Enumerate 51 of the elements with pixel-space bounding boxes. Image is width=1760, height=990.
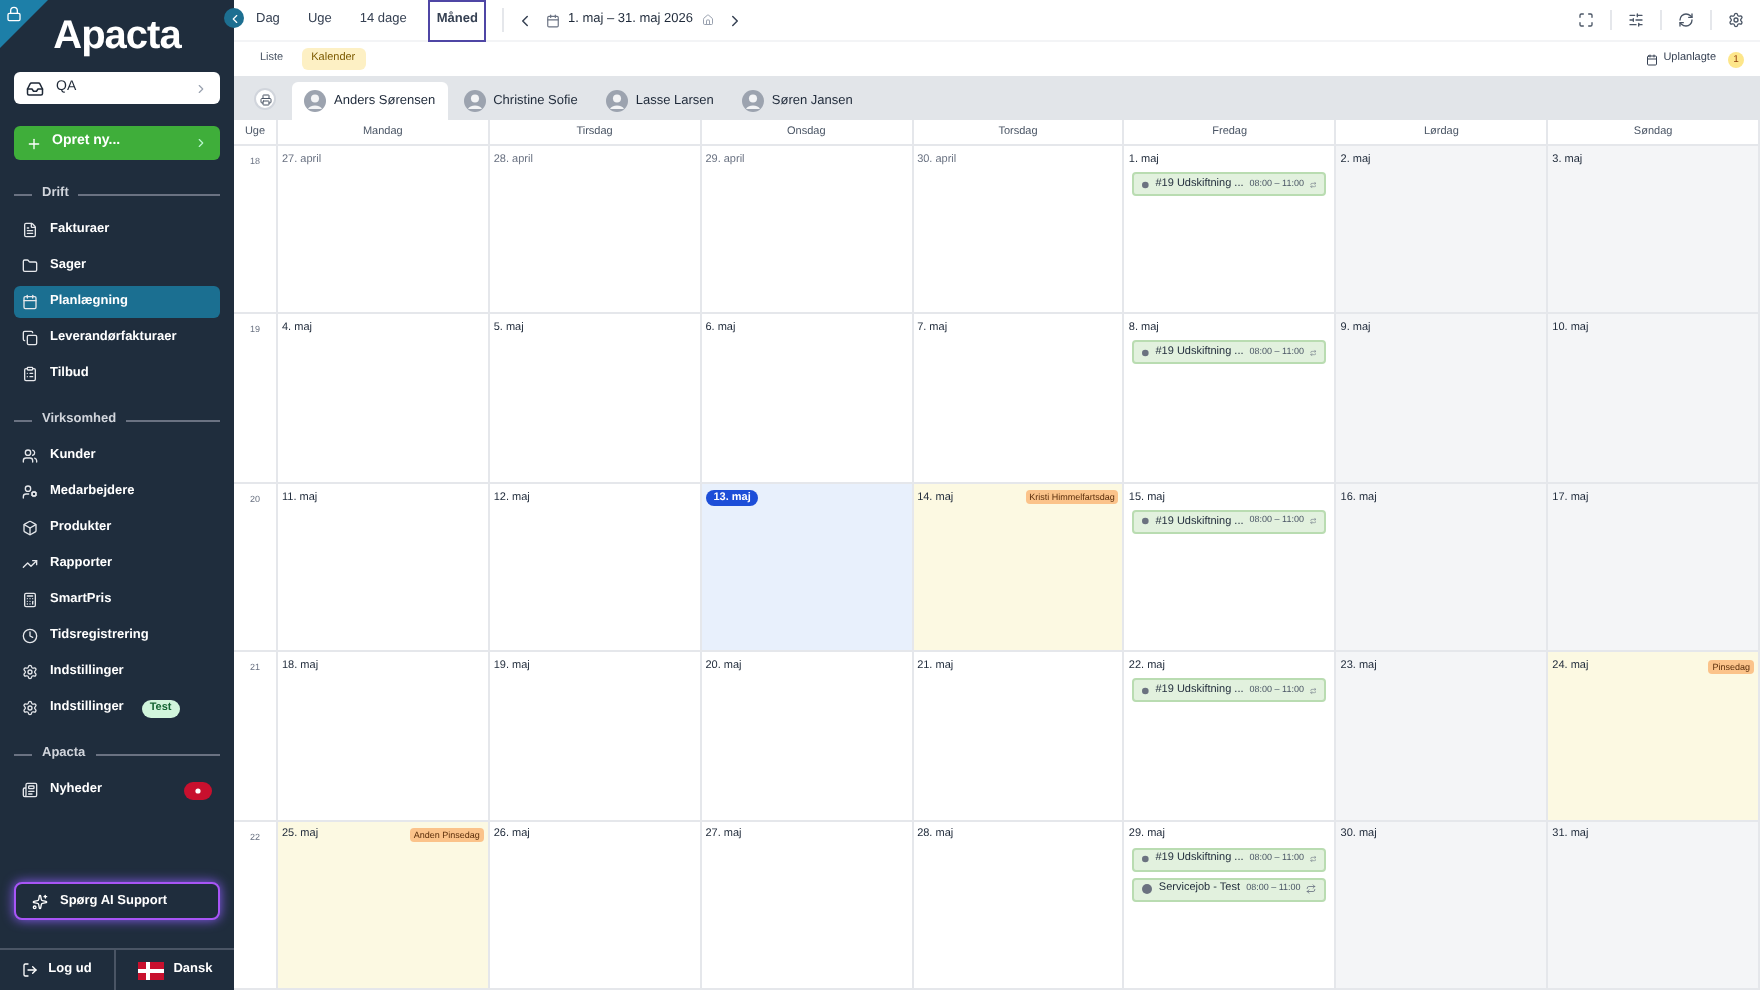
- status-dot-icon: [1142, 347, 1150, 358]
- chevron-left-icon: [227, 11, 241, 25]
- trend-icon: [22, 556, 38, 572]
- calendar-icon: [22, 294, 38, 310]
- box-icon: [22, 520, 38, 536]
- repeat-icon: [1309, 179, 1317, 189]
- calculator-icon: [22, 592, 38, 608]
- sparkle-icon: [32, 893, 48, 909]
- status-dot-icon: [1142, 179, 1150, 189]
- calendar-icon: [545, 13, 560, 27]
- file-icon: [22, 222, 38, 238]
- avatar-icon: [463, 90, 486, 112]
- print-button[interactable]: [254, 88, 276, 110]
- calendar-icon: [1645, 53, 1658, 65]
- printer-icon: [259, 93, 271, 105]
- copy-icon: [22, 330, 38, 346]
- home-icon[interactable]: [702, 14, 715, 26]
- refresh-icon[interactable]: [1678, 12, 1694, 28]
- folder-icon: [22, 258, 38, 274]
- user-gear-icon: [22, 484, 38, 500]
- avatar-icon: [605, 90, 628, 112]
- status-dot-icon: [1142, 685, 1150, 696]
- collapse-sidebar-button[interactable]: [224, 8, 244, 28]
- logout-icon: [22, 962, 39, 978]
- avatar-icon: [741, 90, 764, 112]
- repeat-icon: [1309, 685, 1317, 696]
- filter-icon[interactable]: [1628, 12, 1644, 28]
- flag-icon: [137, 961, 164, 979]
- clock-icon: [22, 628, 38, 644]
- users-icon: [22, 448, 38, 464]
- tray-icon: [26, 79, 44, 97]
- plus-icon: [26, 135, 42, 151]
- chevron-right-icon: [194, 81, 208, 95]
- newspaper-icon: [22, 782, 38, 798]
- status-dot-icon: [1142, 884, 1153, 895]
- lock-icon[interactable]: [6, 6, 22, 22]
- avatar-icon: [304, 90, 326, 112]
- status-dot-icon: [1142, 854, 1150, 865]
- settings-icon: [22, 700, 38, 716]
- app-logo: Apacta: [53, 16, 181, 56]
- repeat-icon: [1309, 347, 1317, 358]
- status-dot-icon: [1142, 516, 1150, 527]
- repeat-icon: [1309, 516, 1317, 527]
- settings-icon[interactable]: [1728, 12, 1744, 28]
- chevron-right-icon: [194, 136, 208, 150]
- clipboard-icon: [22, 366, 38, 382]
- settings-icon: [22, 664, 38, 680]
- fullscreen-icon[interactable]: [1578, 12, 1594, 28]
- repeat-icon: [1309, 854, 1317, 865]
- corner-tab: [0, 0, 48, 48]
- repeat-icon: [1306, 884, 1317, 895]
